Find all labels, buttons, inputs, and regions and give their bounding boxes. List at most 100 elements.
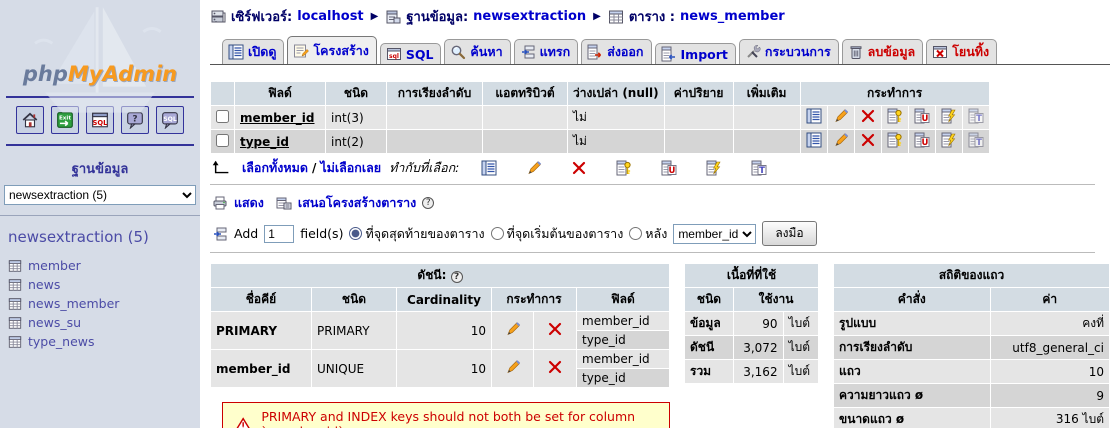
after-option[interactable]: หลัง	[629, 224, 667, 244]
drop-action[interactable]	[854, 130, 881, 153]
help-icon[interactable]: ?	[422, 197, 435, 209]
tab-export[interactable]: ส่งออก	[581, 39, 652, 64]
table-item-member[interactable]: member	[8, 258, 200, 273]
tab-drop[interactable]: โยนทิ้ง	[926, 39, 998, 64]
tab-browse[interactable]: เปิดดู	[222, 39, 285, 64]
index-row-member-id: member_id UNIQUE 10 member_id	[211, 350, 669, 387]
propose-structure-icon	[276, 195, 292, 211]
tools-line: แสดง เสนอโครงสร้างตาราง ?	[212, 193, 1110, 213]
edit-icon	[505, 359, 521, 375]
space-usage-block: เนื้อที่ที่ใช้ ชนิด ใช้งาน ข้อมูล 90 ไบต…	[684, 263, 819, 384]
browse-action[interactable]	[800, 106, 827, 129]
phpmyadmin-logo[interactable]: phpMyAdmin	[0, 62, 200, 86]
table-item-news[interactable]: news	[8, 277, 200, 292]
print-view-link[interactable]: แสดง	[234, 193, 264, 213]
field-name-link[interactable]: member_id	[240, 111, 315, 125]
browse-icon[interactable]	[481, 160, 497, 176]
at-end-option[interactable]: ที่จุดสุดท้ายของตาราง	[349, 224, 485, 244]
unique-action[interactable]	[908, 106, 935, 129]
logout-button[interactable]	[51, 106, 79, 134]
at-end-radio[interactable]	[349, 227, 363, 240]
unique-action[interactable]	[908, 130, 935, 153]
index-action[interactable]	[935, 130, 962, 153]
primary-icon	[887, 108, 903, 124]
drop-icon[interactable]	[571, 160, 587, 176]
table-link[interactable]: news_member	[28, 296, 119, 311]
edit-icon[interactable]	[526, 160, 542, 176]
uncheck-all-link[interactable]: ไม่เลือกเลย	[320, 158, 381, 178]
row-statistics-block: สถิติของแถว คำสั่ง ค่า รูปแบบ คงที่ การเร…	[833, 263, 1110, 428]
space-usage-table: เนื้อที่ที่ใช้ ชนิด ใช้งาน ข้อมูล 90 ไบต…	[684, 263, 819, 384]
sql-window-icon	[91, 111, 109, 129]
tab-structure[interactable]: โครงสร้าง	[287, 36, 377, 64]
edit-action[interactable]	[827, 106, 854, 129]
indexes-block: ดัชนี: ? ชื่อคีย์ ชนิด Cardinality กระทำ…	[210, 263, 670, 428]
edit-index-action[interactable]	[492, 312, 534, 349]
primary-action[interactable]	[881, 106, 908, 129]
table-link[interactable]: news	[28, 277, 60, 292]
field-name-link[interactable]: type_id	[240, 135, 289, 149]
at-begin-option[interactable]: ที่จุดเริ่มต้นของตาราง	[490, 224, 623, 244]
tab-operations[interactable]: กระบวนการ	[738, 39, 839, 64]
add-field-count-input[interactable]	[264, 224, 295, 243]
query-window-button[interactable]	[156, 106, 184, 134]
drop-action[interactable]	[854, 106, 881, 129]
edit-index-action[interactable]	[492, 350, 534, 387]
edit-action[interactable]	[827, 130, 854, 153]
with-selected-actions	[481, 160, 767, 176]
tab-insert[interactable]: แทรก	[513, 39, 579, 64]
primary-icon[interactable]	[616, 160, 632, 176]
browse-action[interactable]	[800, 130, 827, 153]
table-link[interactable]: type_news	[28, 334, 95, 349]
fulltext-action[interactable]	[962, 106, 989, 129]
drop-icon	[860, 108, 876, 124]
after-field-select[interactable]: member_id	[673, 223, 757, 244]
drop-index-action[interactable]	[534, 350, 576, 387]
stat-row: ขนาดแถว ø 316 ไบต์	[834, 408, 1109, 428]
breadcrumb-separator: ▶	[593, 11, 601, 22]
structure-section: ฟิลด์ ชนิด การเรียงลำดับ แอตทริบิวต์ ว่า…	[210, 81, 1110, 428]
tab-import[interactable]: Import	[654, 43, 736, 64]
at-begin-radio[interactable]	[490, 227, 504, 240]
fulltext-action[interactable]	[962, 130, 989, 153]
index-action[interactable]	[935, 106, 962, 129]
after-radio[interactable]	[629, 227, 643, 240]
unique-icon[interactable]	[661, 160, 677, 176]
fulltext-icon	[968, 108, 984, 124]
row-checkbox[interactable]	[216, 109, 229, 123]
server-link[interactable]: localhost	[297, 9, 363, 24]
index-icon	[941, 108, 957, 124]
stat-row: ความยาวแถว ø9	[834, 384, 1109, 407]
drop-icon	[547, 359, 563, 375]
drop-icon	[547, 321, 563, 337]
search-icon	[450, 44, 466, 60]
indexes-help-icon[interactable]: ?	[450, 271, 463, 283]
table-item-type-news[interactable]: type_news	[8, 334, 200, 349]
sql-window-button[interactable]	[86, 106, 114, 134]
drop-index-action[interactable]	[534, 312, 576, 349]
docs-button[interactable]	[121, 106, 149, 134]
browse-icon	[228, 44, 244, 60]
database-select[interactable]: newsextraction (5)	[4, 185, 196, 205]
primary-action[interactable]	[881, 130, 908, 153]
home-button[interactable]	[16, 106, 44, 134]
indexes-title: ดัชนี:	[417, 268, 447, 282]
tab-search[interactable]: ค้นหา	[444, 39, 511, 64]
table-link[interactable]: news_member	[680, 9, 785, 24]
table-link[interactable]: member	[28, 258, 81, 273]
row-checkbox[interactable]	[216, 133, 229, 147]
server-label: เซิร์ฟเวอร์:	[231, 10, 293, 25]
check-all-link[interactable]: เลือกทั้งหมด	[242, 158, 308, 178]
index-icon[interactable]	[706, 160, 722, 176]
propose-structure-link[interactable]: เสนอโครงสร้างตาราง	[298, 193, 416, 213]
table-item-news-member[interactable]: news_member	[8, 296, 200, 311]
add-field-go-button[interactable]: ลงมือ	[762, 221, 817, 246]
database-heading[interactable]: newsextraction (5)	[8, 228, 200, 246]
table-item-news-su[interactable]: news_su	[8, 315, 200, 330]
fields-label: field(s)	[300, 226, 344, 241]
fulltext-icon[interactable]	[751, 160, 767, 176]
tab-empty[interactable]: ลบข้อมูล	[841, 39, 924, 64]
table-link[interactable]: news_su	[28, 315, 81, 330]
db-link[interactable]: newsextraction	[473, 9, 586, 24]
tab-sql[interactable]: SQL	[379, 43, 442, 64]
